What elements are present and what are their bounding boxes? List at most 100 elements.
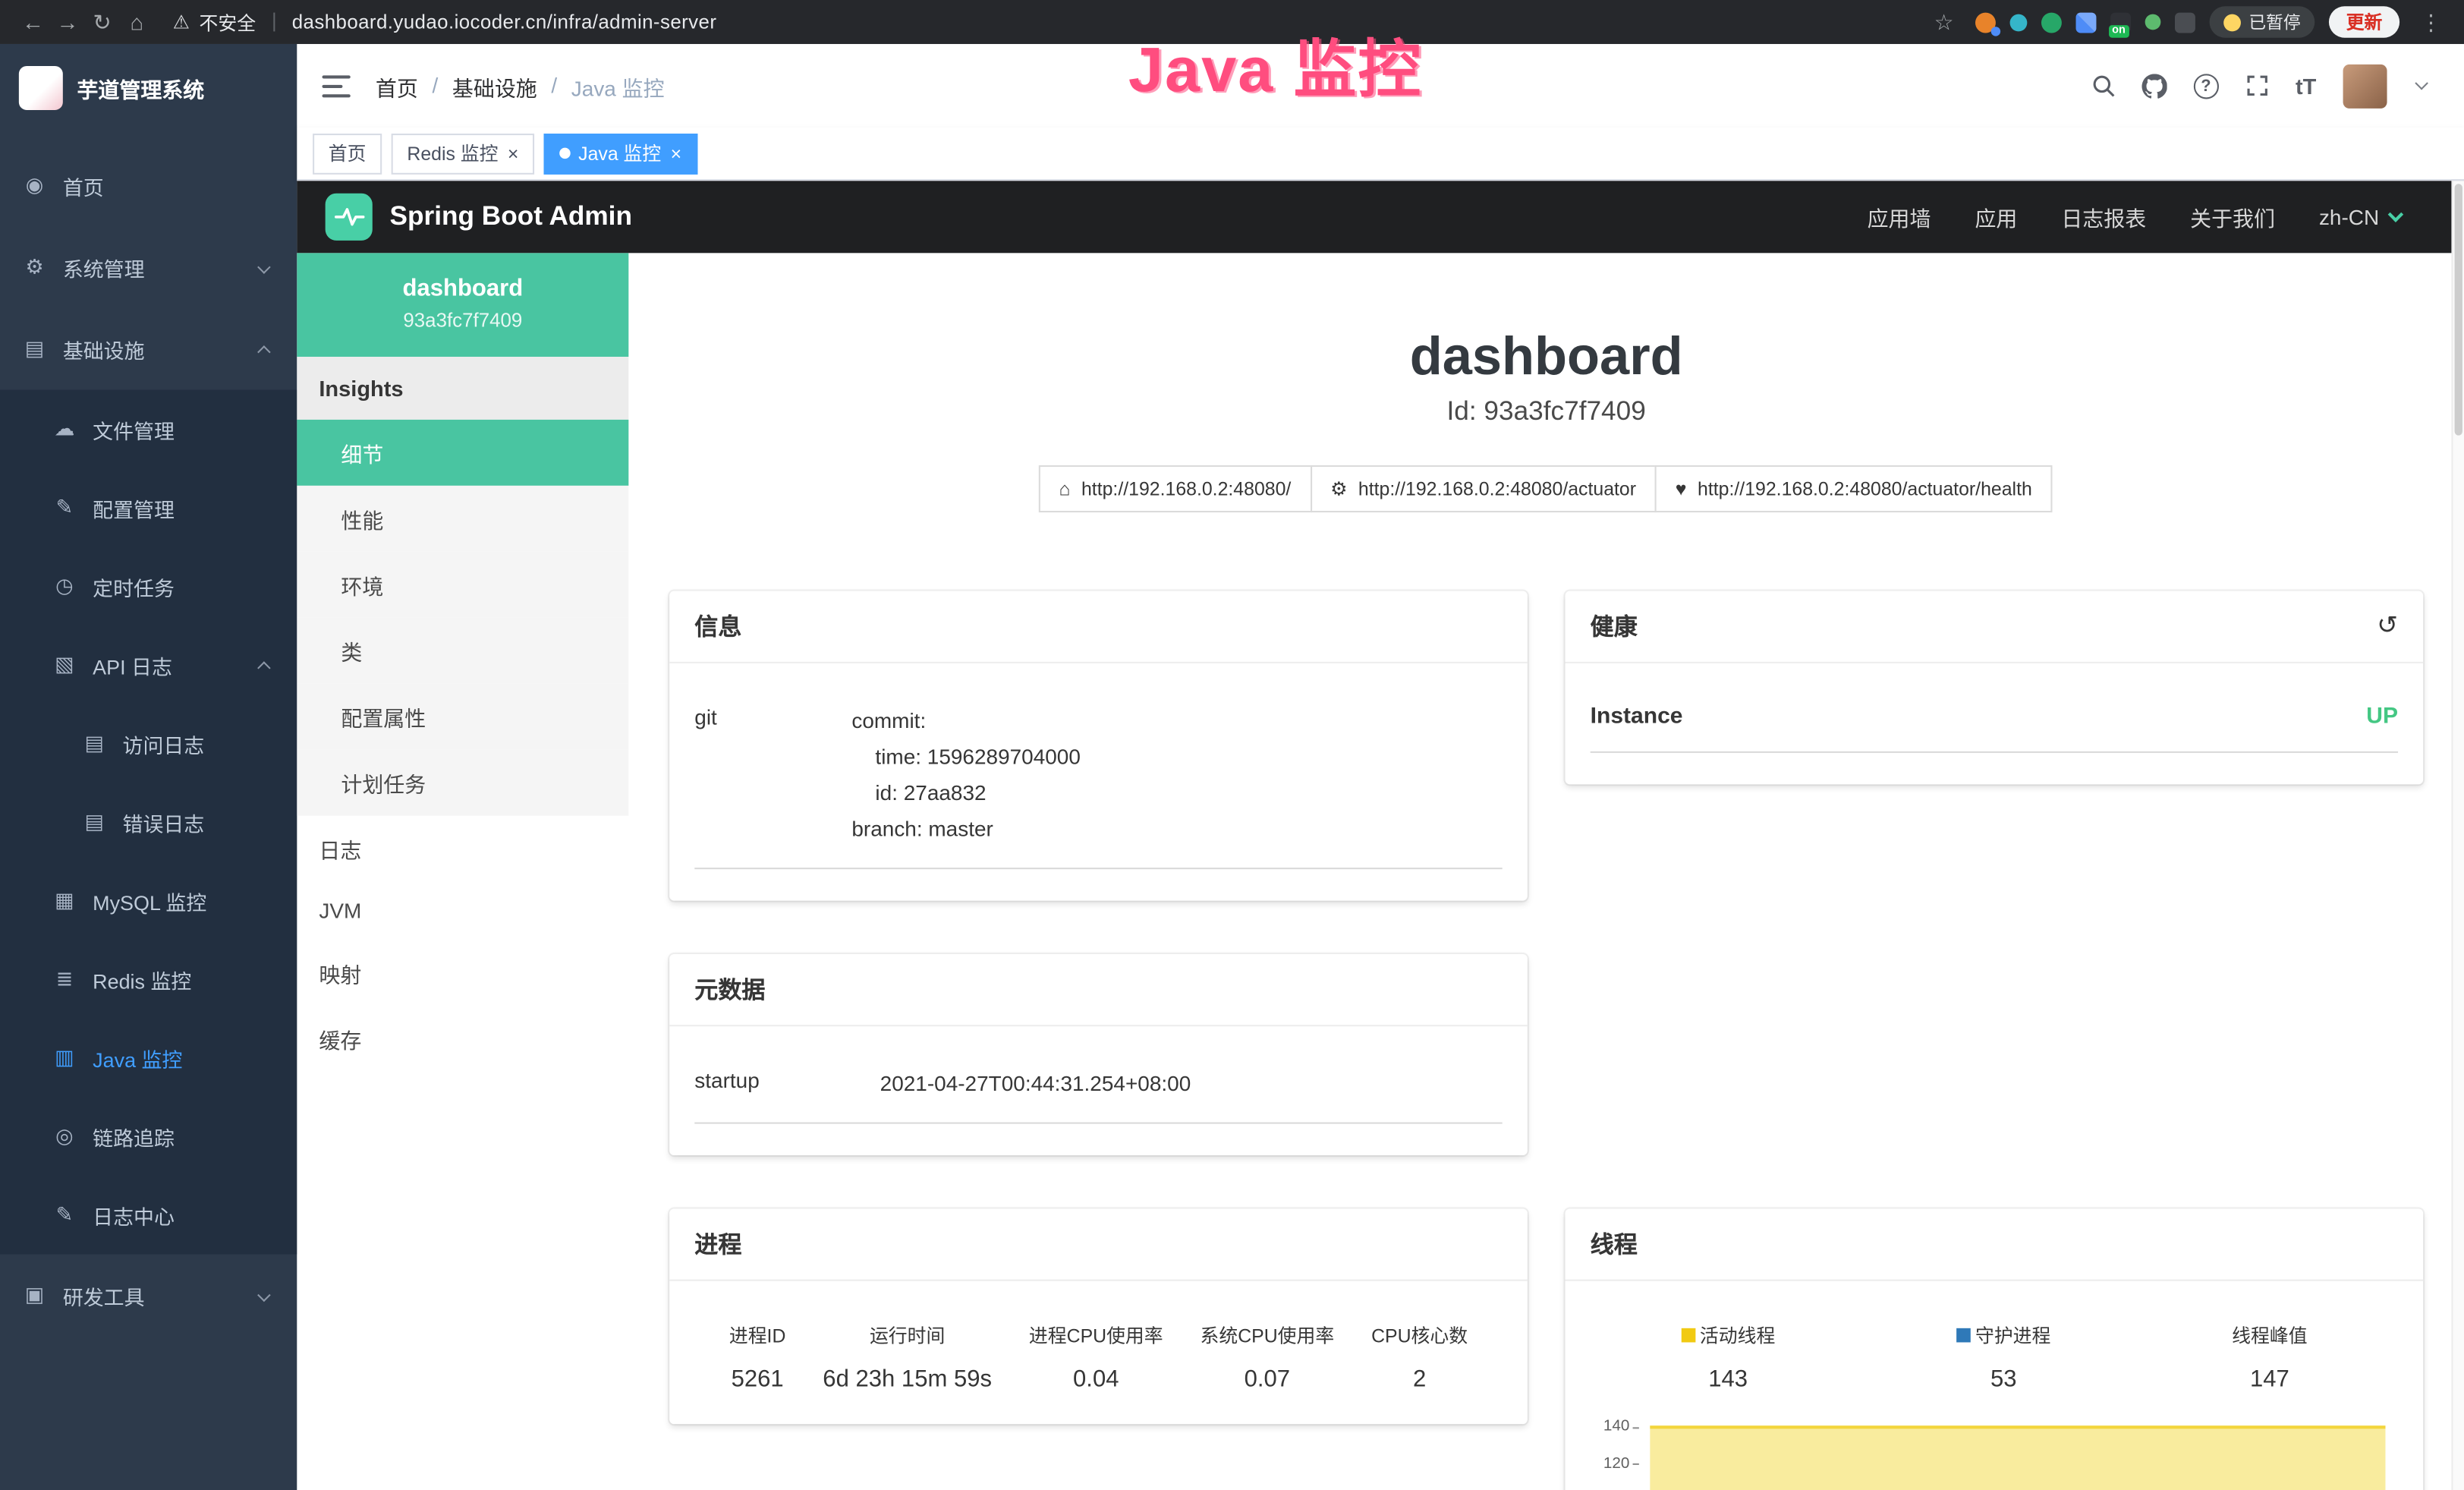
sidebar-item-access-logs[interactable]: ▤ 访问日志 xyxy=(0,704,297,783)
health-url-button[interactable]: ♥ http://192.168.0.2:48080/actuator/heal… xyxy=(1655,466,2053,513)
infrastructure-icon: ▤ xyxy=(22,336,47,361)
sba-item-metrics[interactable]: 性能 xyxy=(297,486,628,552)
search-icon[interactable] xyxy=(2091,74,2115,97)
address-bar[interactable]: ⚠ 不安全 dashboard.yudao.iocoder.cn/infra/a… xyxy=(173,8,717,35)
sidebar-item-api-logs[interactable]: ▧ API 日志 xyxy=(0,625,297,704)
sidebar-item-config-management[interactable]: ✎ 配置管理 xyxy=(0,468,297,547)
sba-brand-title[interactable]: Spring Boot Admin xyxy=(390,201,632,232)
hamburger-icon[interactable] xyxy=(323,74,351,96)
sidebar-item-label: API 日志 xyxy=(93,650,172,679)
sba-item-config-props[interactable]: 配置属性 xyxy=(297,684,628,750)
sba-nav-journal[interactable]: 日志报表 xyxy=(2061,201,2146,232)
logo-image xyxy=(19,66,63,110)
sba-nav-about[interactable]: 关于我们 xyxy=(2190,201,2275,232)
url-text[interactable]: dashboard.yudao.iocoder.cn/infra/admin-s… xyxy=(292,11,717,33)
info-card: 信息 git commit: time: 1596289704000 id: 2 xyxy=(669,591,1528,900)
y-tick: 140 xyxy=(1603,1418,1639,1435)
sidebar-item-infrastructure[interactable]: ▤ 基础设施 xyxy=(0,308,297,390)
sba-item-caches[interactable]: 缓存 xyxy=(297,1006,628,1072)
bookmark-star-icon[interactable]: ☆ xyxy=(1927,8,1962,35)
base-url-button[interactable]: ⌂ http://192.168.0.2:48080/ xyxy=(1039,466,1312,513)
browser-actions: ☆ on 已暂停 更新 ⋮ xyxy=(1927,6,2449,37)
extension-icon-4[interactable] xyxy=(2076,12,2097,33)
extension-icon-1[interactable] xyxy=(1975,12,1996,33)
instance-health-row[interactable]: Instance UP xyxy=(1591,705,2398,754)
paused-badge[interactable]: 已暂停 xyxy=(2210,6,2315,37)
sba-item-details[interactable]: 细节 xyxy=(297,420,628,486)
sba-item-environment[interactable]: 环境 xyxy=(297,552,628,618)
fullscreen-icon[interactable] xyxy=(2245,74,2269,97)
sidebar-item-scheduled-tasks[interactable]: ◷ 定时任务 xyxy=(0,547,297,626)
breadcrumb-home[interactable]: 首页 xyxy=(376,70,418,101)
sidebar-item-file-management[interactable]: ☁ 文件管理 xyxy=(0,390,297,469)
legend-value: 147 xyxy=(2232,1366,2307,1393)
scrollbar-thumb[interactable] xyxy=(2455,184,2462,435)
browser-home-icon[interactable]: ⌂ xyxy=(119,9,154,34)
tab-home[interactable]: 首页 xyxy=(313,133,382,174)
extension-icon-3[interactable] xyxy=(2041,12,2062,33)
sidebar-item-redis-monitor[interactable]: ≣ Redis 监控 xyxy=(0,940,297,1019)
instance-block[interactable]: dashboard 93a3fc7f7409 xyxy=(297,253,628,357)
extension-icon-6[interactable] xyxy=(2145,14,2161,30)
extension-icon-5[interactable]: on xyxy=(2110,12,2131,33)
refresh-icon[interactable]: ↻ xyxy=(85,8,120,35)
avatar[interactable] xyxy=(2343,64,2387,108)
process-card: 进程 进程ID 5261 运行时间 xyxy=(669,1209,1528,1425)
chart-area-fill xyxy=(1650,1425,2385,1490)
github-icon[interactable] xyxy=(2141,73,2167,98)
forward-icon[interactable]: → xyxy=(50,9,85,34)
sidebar-item-devtools[interactable]: ▣ 研发工具 xyxy=(0,1254,297,1336)
sba-item-mappings[interactable]: 映射 xyxy=(297,940,628,1006)
legend-yellow-swatch xyxy=(1681,1328,1695,1343)
sba-item-scheduled-tasks[interactable]: 计划任务 xyxy=(297,750,628,816)
sidebar-item-log-center[interactable]: ✎ 日志中心 xyxy=(0,1176,297,1255)
git-value: commit: time: 1596289704000 id: 27aa832 … xyxy=(851,705,1081,849)
log-center-icon: ✎ xyxy=(52,1202,77,1227)
tab-java-monitor[interactable]: Java 监控 × xyxy=(544,133,697,174)
sidebar-item-system[interactable]: ⚙ 系统管理 xyxy=(0,226,297,308)
legend-label: 守护进程 xyxy=(1975,1322,2050,1349)
close-icon[interactable]: × xyxy=(508,142,519,164)
startup-key: startup xyxy=(694,1067,880,1103)
browser-menu-icon[interactable]: ⋮ xyxy=(2414,8,2449,35)
history-icon[interactable]: ↺ xyxy=(2377,614,2398,639)
actuator-url-button[interactable]: ⚙ http://192.168.0.2:48080/actuator xyxy=(1310,466,1657,513)
cards-grid: 信息 git commit: time: 1596289704000 id: 2 xyxy=(628,591,2464,1490)
app-logo[interactable]: 芋道管理系统 xyxy=(0,44,297,132)
breadcrumb-separator: / xyxy=(551,74,557,97)
sidebar-item-tracing[interactable]: ◎ 链路追踪 xyxy=(0,1097,297,1176)
infrastructure-submenu: ☁ 文件管理 ✎ 配置管理 ◷ 定时任务 ▧ API 日志 xyxy=(0,390,297,1255)
legend-daemon-threads: 守护进程 53 xyxy=(1956,1322,2050,1393)
sidebar-item-mysql-monitor[interactable]: ▦ MySQL 监控 xyxy=(0,862,297,940)
timer-icon: ◷ xyxy=(52,574,77,599)
extension-icon-7[interactable] xyxy=(2175,12,2195,33)
sba-item-logs[interactable]: 日志 xyxy=(297,816,628,882)
sba-item-jvm[interactable]: JVM xyxy=(297,882,628,940)
sba-logo-icon[interactable] xyxy=(326,194,373,241)
sidebar-item-error-logs[interactable]: ▤ 错误日志 xyxy=(0,783,297,862)
extension-icon-2[interactable] xyxy=(2010,14,2028,31)
sidebar-item-java-monitor[interactable]: ▥ Java 监控 xyxy=(0,1019,297,1098)
tab-redis-monitor[interactable]: Redis 监控 × xyxy=(392,133,535,174)
sidebar-item-label: MySQL 监控 xyxy=(93,886,206,915)
close-icon[interactable]: × xyxy=(671,142,682,164)
font-size-icon[interactable]: tT xyxy=(2296,73,2316,98)
help-icon[interactable]: ? xyxy=(2193,73,2218,98)
update-button[interactable]: 更新 xyxy=(2329,6,2399,37)
back-icon[interactable]: ← xyxy=(16,9,51,34)
breadcrumb-infrastructure[interactable]: 基础设施 xyxy=(452,70,537,101)
security-warning[interactable]: 不安全 xyxy=(200,8,256,35)
page-instance-id: Id: 93a3fc7f7409 xyxy=(628,397,2464,428)
sba-item-beans[interactable]: 类 xyxy=(297,618,628,684)
sidebar-item-home[interactable]: ◉ 首页 xyxy=(0,145,297,227)
sba-nav-applications[interactable]: 应用 xyxy=(1975,201,2017,232)
startup-value: 2021-04-27T00:44:31.254+08:00 xyxy=(880,1067,1191,1103)
instance-name: dashboard xyxy=(313,275,613,301)
trace-eye-icon: ◎ xyxy=(52,1124,77,1149)
sidebar-item-label: 系统管理 xyxy=(63,252,145,282)
sidebar-item-label: 定时任务 xyxy=(93,572,175,601)
locale-selector[interactable]: zh-CN xyxy=(2319,205,2401,228)
sidebar-item-label: 基础设施 xyxy=(63,334,145,364)
sba-nav-wallboard[interactable]: 应用墙 xyxy=(1868,201,1931,232)
avatar-caret-icon[interactable] xyxy=(2415,77,2428,90)
